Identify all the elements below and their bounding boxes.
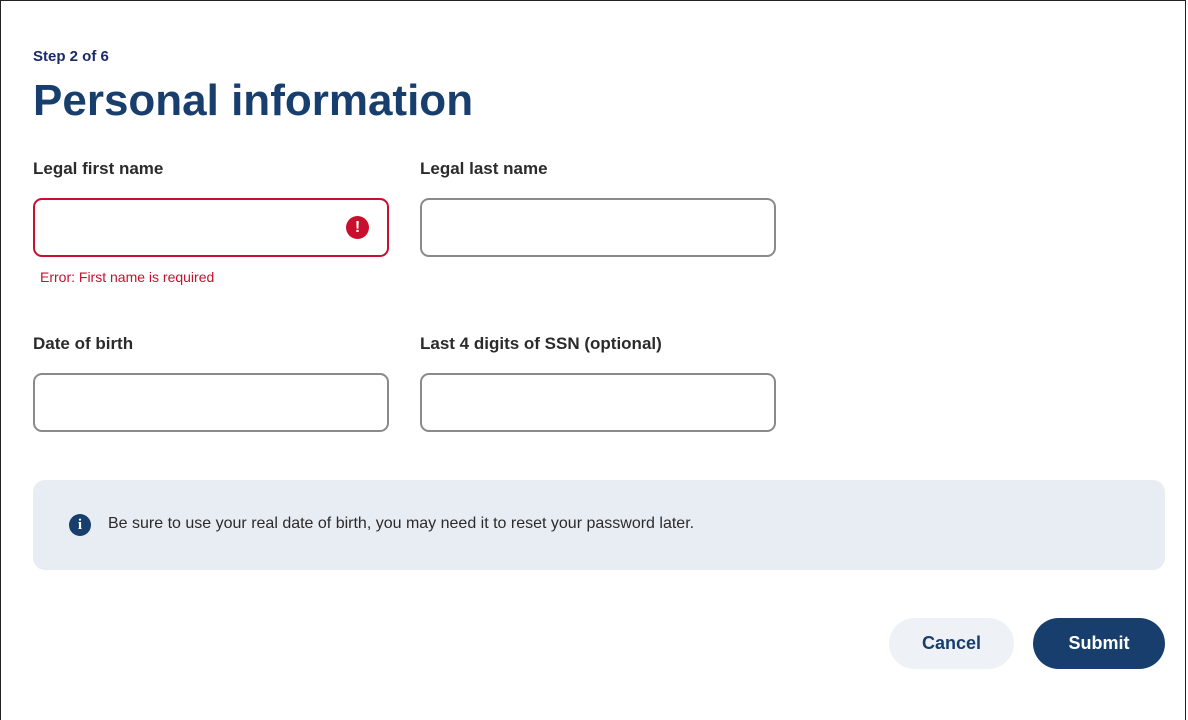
info-alert-text: Be sure to use your real date of birth, … xyxy=(108,515,695,532)
cancel-button[interactable]: Cancel xyxy=(889,618,1014,669)
form-window: Step 2 of 6 Personal information Legal f… xyxy=(0,0,1186,720)
info-icon: i xyxy=(69,514,91,536)
page-title: Personal information xyxy=(33,76,474,125)
first-name-field[interactable]: ! xyxy=(33,198,389,257)
first-name-label: Legal first name xyxy=(33,159,164,178)
ssn-label: Last 4 digits of SSN (optional) xyxy=(420,334,662,353)
dob-label: Date of birth xyxy=(33,334,134,353)
first-name-input[interactable] xyxy=(47,200,337,255)
last-name-input[interactable] xyxy=(434,200,724,255)
first-name-error-message: Error: First name is required xyxy=(40,269,215,285)
step-indicator: Step 2 of 6 xyxy=(33,48,109,65)
ssn-input[interactable] xyxy=(434,375,724,430)
last-name-field[interactable] xyxy=(420,198,776,257)
ssn-field[interactable] xyxy=(420,373,776,432)
dob-field[interactable] xyxy=(33,373,389,432)
error-icon: ! xyxy=(346,216,369,239)
dob-input[interactable] xyxy=(47,375,337,430)
info-alert: i Be sure to use your real date of birth… xyxy=(33,480,1165,570)
submit-button[interactable]: Submit xyxy=(1033,618,1165,669)
last-name-label: Legal last name xyxy=(420,159,548,178)
